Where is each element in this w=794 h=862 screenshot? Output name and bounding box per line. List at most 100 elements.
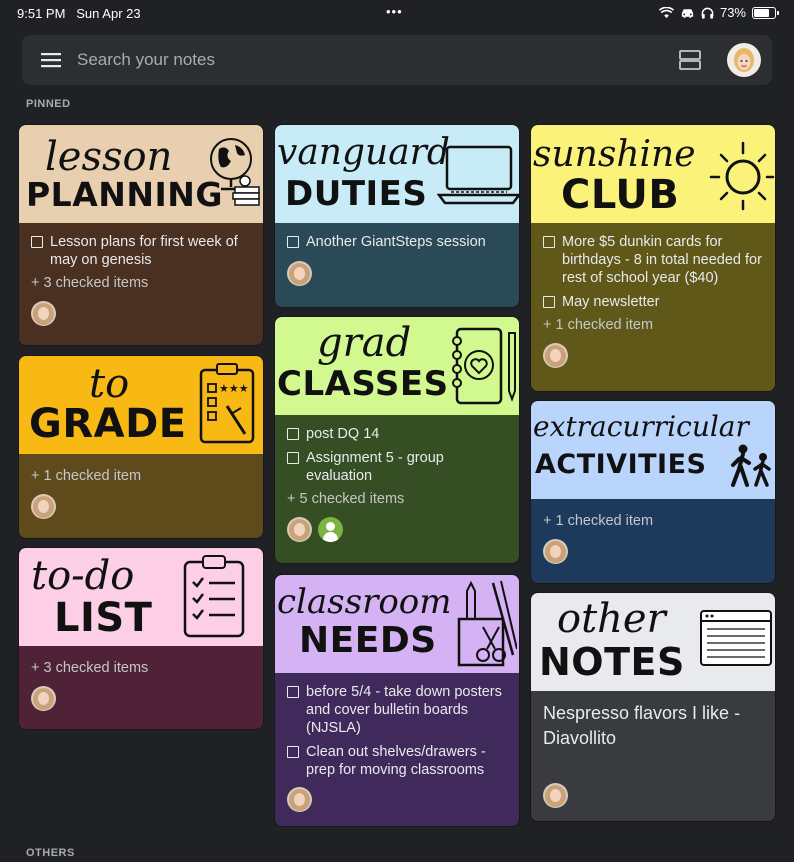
- checklist-item[interactable]: Clean out shelves/drawers - prep for mov…: [287, 743, 507, 779]
- collaborator-avatar[interactable]: [31, 494, 56, 519]
- collaborator-avatar[interactable]: [543, 539, 568, 564]
- checkbox[interactable]: [31, 236, 43, 248]
- checked-items-count[interactable]: + 3 checked items: [31, 275, 251, 291]
- collaborator-avatar[interactable]: [31, 301, 56, 326]
- clipboard-grading-icon: ★★★: [199, 363, 255, 444]
- collaborator-avatar[interactable]: [287, 261, 312, 286]
- checklist-clipboard-icon: [183, 555, 245, 638]
- section-label-pinned: PINNED: [26, 98, 71, 110]
- banner-script-text: to: [89, 361, 130, 407]
- collaborators: [543, 539, 763, 564]
- battery-icon: [752, 6, 779, 19]
- collaborator-avatar[interactable]: [287, 787, 312, 812]
- note-banner: grad CLASSES: [275, 317, 519, 415]
- note-card-other-notes[interactable]: other NOTES Nespresso flavors I like - D…: [530, 592, 776, 822]
- menu-icon[interactable]: [40, 50, 62, 70]
- banner-script-text: lesson: [45, 134, 173, 180]
- note-banner: other NOTES: [531, 593, 775, 691]
- checked-items-count[interactable]: + 1 checked item: [31, 468, 251, 484]
- checklist-item[interactable]: Another GiantSteps session: [287, 233, 507, 251]
- note-card-grad-classes[interactable]: grad CLASSES post DQ 14 Assignment 5 - g…: [274, 316, 520, 564]
- banner-title-text: NOTES: [539, 640, 685, 684]
- banner-script-text: sunshine: [533, 134, 696, 175]
- note-body: Nespresso flavors I like - Diavollito: [531, 691, 775, 821]
- checklist-item[interactable]: May newsletter: [543, 293, 763, 311]
- checked-items-count[interactable]: + 1 checked item: [543, 513, 763, 529]
- collaborators: [31, 494, 251, 519]
- note-text: Nespresso flavors I like - Diavollito: [543, 703, 741, 748]
- note-body: More $5 dunkin cards for birthdays - 8 i…: [531, 223, 775, 391]
- note-card-vanguard-duties[interactable]: vanguard DUTIES Another GiantSteps sessi…: [274, 124, 520, 308]
- banner-script-text: other: [557, 596, 666, 642]
- status-bar: 9:51 PM Sun Apr 23 ••• 73%: [0, 0, 794, 26]
- checklist-item-text: post DQ 14: [306, 426, 380, 442]
- banner-script-text: classroom: [277, 582, 452, 622]
- banner-script-text: vanguard: [277, 132, 450, 173]
- search-bar: [22, 35, 772, 85]
- note-body: + 3 checked items: [19, 646, 263, 729]
- banner-title-text: GRADE: [29, 401, 187, 447]
- status-icons: 73%: [658, 5, 779, 20]
- multitasking-dots-icon[interactable]: •••: [386, 4, 403, 19]
- note-body: + 1 checked item: [19, 454, 263, 538]
- search-input[interactable]: [77, 45, 637, 75]
- checkbox[interactable]: [287, 428, 299, 440]
- checkbox[interactable]: [287, 686, 299, 698]
- note-body: Lesson plans for first week of may on ge…: [19, 223, 263, 345]
- collaborators: [31, 686, 251, 711]
- account-avatar[interactable]: [727, 43, 761, 77]
- collaborator-avatar[interactable]: [31, 686, 56, 711]
- checked-items-count[interactable]: + 1 checked item: [543, 317, 763, 333]
- collaborators: [287, 261, 507, 286]
- note-card-extracurricular-activities[interactable]: extracurricular ACTIVITIES + 1 checked i…: [530, 400, 776, 584]
- collaborators: [287, 517, 507, 542]
- school-supplies-icon: [457, 580, 517, 667]
- checkbox[interactable]: [543, 296, 555, 308]
- collaborator-user-icon[interactable]: [318, 517, 343, 542]
- note-card-to-grade[interactable]: to GRADE ★★★ + 1 checked item: [18, 355, 264, 539]
- collaborators: [543, 783, 763, 808]
- checklist-item[interactable]: before 5/4 - take down posters and cover…: [287, 683, 507, 737]
- sun-icon: [709, 141, 775, 211]
- collaborator-avatar[interactable]: [287, 517, 312, 542]
- list-view-icon[interactable]: [679, 49, 701, 71]
- banner-title-text: PLANNING: [26, 175, 223, 214]
- collaborator-avatar[interactable]: [543, 783, 568, 808]
- status-time: 9:51 PM Sun Apr 23: [17, 6, 141, 21]
- banner-script-text: to-do: [31, 553, 135, 599]
- wifi-icon: [658, 6, 674, 18]
- checkbox[interactable]: [287, 746, 299, 758]
- banner-title-text: DUTIES: [285, 174, 428, 214]
- collaborators: [31, 301, 251, 326]
- checklist-item[interactable]: Assignment 5 - group evaluation: [287, 449, 507, 485]
- note-body: before 5/4 - take down posters and cover…: [275, 673, 519, 826]
- checked-items-count[interactable]: + 5 checked items: [287, 491, 507, 507]
- checkbox[interactable]: [543, 236, 555, 248]
- note-card-lesson-planning[interactable]: lesson PLANNING Lesson plans for first w…: [18, 124, 264, 346]
- checklist-item-text: Assignment 5 - group evaluation: [306, 450, 444, 484]
- checklist-item-text: More $5 dunkin cards for birthdays - 8 i…: [562, 234, 762, 286]
- note-card-classroom-needs[interactable]: classroom NEEDS before 5/4 - take down p…: [274, 574, 520, 827]
- walking-students-icon: [731, 444, 771, 487]
- note-body: + 1 checked item: [531, 499, 775, 583]
- note-banner: extracurricular ACTIVITIES: [531, 401, 775, 499]
- checklist-item[interactable]: post DQ 14: [287, 425, 507, 443]
- collaborator-avatar[interactable]: [543, 343, 568, 368]
- note-card-sunshine-club[interactable]: sunshine CLUB More $5 dunkin cards for b…: [530, 124, 776, 392]
- banner-title-text: NEEDS: [299, 620, 437, 661]
- checklist-item-text: Clean out shelves/drawers - prep for mov…: [306, 744, 486, 778]
- checkbox[interactable]: [287, 452, 299, 464]
- banner-title-text: CLASSES: [277, 364, 449, 404]
- checkbox[interactable]: [287, 236, 299, 248]
- note-body: post DQ 14 Assignment 5 - group evaluati…: [275, 415, 519, 563]
- banner-title-text: CLUB: [561, 172, 680, 218]
- note-banner: vanguard DUTIES: [275, 125, 519, 223]
- collaborators: [287, 787, 507, 812]
- note-banner: to GRADE ★★★: [19, 356, 263, 454]
- banner-title-text: ACTIVITIES: [535, 449, 707, 480]
- note-card-to-do-list[interactable]: to-do LIST + 3 checked items: [18, 547, 264, 730]
- checked-items-count[interactable]: + 3 checked items: [31, 660, 251, 676]
- checklist-item[interactable]: Lesson plans for first week of may on ge…: [31, 233, 251, 269]
- note-banner: lesson PLANNING: [19, 125, 263, 223]
- checklist-item[interactable]: More $5 dunkin cards for birthdays - 8 i…: [543, 233, 763, 287]
